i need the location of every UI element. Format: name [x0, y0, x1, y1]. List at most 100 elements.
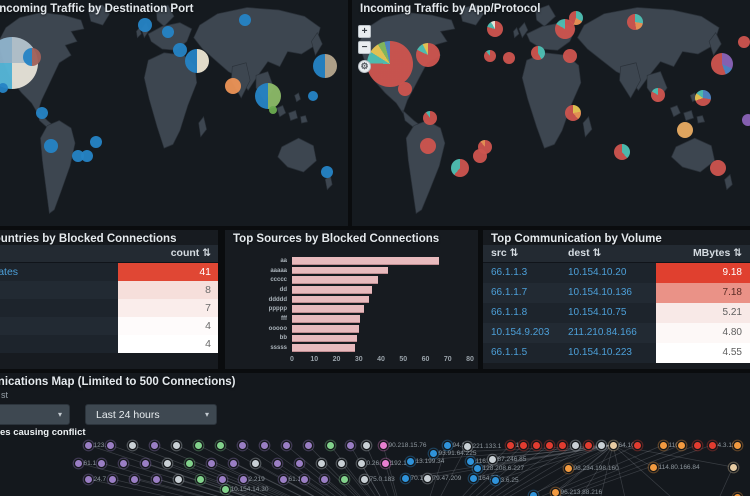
bar[interactable]	[292, 344, 355, 352]
count-cell[interactable]: 7	[118, 299, 218, 317]
map-pie-marker[interactable]	[44, 139, 58, 153]
map-pie-marker[interactable]	[531, 46, 545, 60]
table-row[interactable]: 66.1.1.810.154.10.755.21	[483, 303, 750, 323]
src-cell[interactable]: 10.154.9.203	[483, 323, 568, 343]
map-pie-marker[interactable]	[225, 78, 241, 94]
map-pie-marker[interactable]	[487, 21, 503, 37]
network-node[interactable]	[533, 442, 540, 449]
src-cell[interactable]: 66.1.1.5	[483, 343, 568, 363]
network-node[interactable]: 61.1	[75, 460, 82, 467]
network-node[interactable]	[572, 442, 579, 449]
network-node[interactable]	[186, 460, 193, 467]
bar[interactable]	[292, 325, 359, 333]
country-cell[interactable]	[0, 317, 118, 335]
network-node[interactable]	[598, 442, 605, 449]
map-pie-marker[interactable]	[255, 83, 281, 109]
bar[interactable]	[292, 267, 388, 275]
network-node[interactable]: 10.154.14.30	[222, 486, 229, 493]
network-node[interactable]: 114.80.166.84	[650, 464, 657, 471]
network-node[interactable]	[530, 492, 537, 496]
map-pie-marker[interactable]	[269, 106, 277, 114]
count-cell[interactable]: 4	[118, 335, 218, 353]
mbytes-cell[interactable]: 5.21	[656, 303, 750, 323]
network-node[interactable]	[208, 460, 215, 467]
network-node[interactable]: 128.208.6.227	[474, 465, 481, 472]
dest-column-header[interactable]: dest ⇅	[568, 245, 601, 262]
src-cell[interactable]: 66.1.1.8	[483, 303, 568, 323]
network-node[interactable]: 10.1	[507, 442, 514, 449]
network-node[interactable]	[585, 442, 592, 449]
network-node[interactable]: 3.6.25	[492, 477, 499, 484]
network-node[interactable]	[175, 476, 182, 483]
map-pie-marker[interactable]	[565, 105, 581, 121]
src-column-header[interactable]: src ⇅	[491, 245, 518, 262]
network-node[interactable]	[283, 442, 290, 449]
network-node[interactable]	[634, 442, 641, 449]
map-pie-marker[interactable]	[308, 91, 318, 101]
network-node[interactable]	[678, 442, 685, 449]
table-row[interactable]: 4	[0, 317, 218, 335]
network-node[interactable]: 4.3.13	[709, 442, 716, 449]
network-node[interactable]	[327, 442, 334, 449]
src-cell[interactable]: 66.1.1.7	[483, 283, 568, 303]
mbytes-cell[interactable]: 4.55	[656, 343, 750, 363]
network-node[interactable]	[230, 460, 237, 467]
network-node[interactable]	[730, 464, 737, 471]
network-node[interactable]	[129, 442, 136, 449]
network-node[interactable]	[217, 442, 224, 449]
network-node[interactable]	[296, 460, 303, 467]
dest-cell[interactable]: 10.154.10.223	[568, 343, 656, 363]
map-pie-marker[interactable]	[81, 150, 93, 162]
network-node[interactable]: 94.1	[444, 442, 451, 449]
dest-cell[interactable]: 211.210.84.166	[568, 323, 656, 343]
bar[interactable]	[292, 315, 360, 323]
map-pie-marker[interactable]	[627, 14, 643, 30]
network-node[interactable]	[219, 476, 226, 483]
map-pie-marker[interactable]	[313, 54, 337, 78]
network-node[interactable]: 192.1	[382, 460, 389, 467]
bar[interactable]	[292, 296, 369, 304]
map-pie-marker[interactable]	[423, 111, 437, 125]
map-pie-marker[interactable]	[416, 43, 440, 67]
network-node[interactable]	[142, 460, 149, 467]
table-row[interactable]: 4	[0, 335, 218, 353]
network-node[interactable]	[734, 442, 741, 449]
country-link[interactable]: United States	[0, 263, 118, 281]
network-node[interactable]	[341, 476, 348, 483]
zoom-in-button[interactable]: +	[358, 25, 371, 38]
count-column-header[interactable]: count ⇅	[171, 245, 211, 262]
network-node[interactable]: 110.	[660, 442, 667, 449]
network-node[interactable]: 75.0.183	[361, 476, 368, 483]
dest-cell[interactable]: 10.154.10.20	[568, 263, 656, 283]
network-node[interactable]: 123.	[85, 442, 92, 449]
network-node[interactable]: 116.66	[467, 458, 474, 465]
network-node[interactable]: 61.1	[280, 476, 287, 483]
network-node[interactable]: 2.219	[240, 476, 247, 483]
table-row[interactable]: 66.1.1.710.154.10.1367.18	[483, 283, 750, 303]
bar[interactable]	[292, 286, 372, 294]
network-node[interactable]	[694, 442, 701, 449]
network-node[interactable]	[338, 460, 345, 467]
network-node[interactable]: 221.133.1	[464, 443, 471, 450]
dest-cell[interactable]: 10.154.10.136	[568, 283, 656, 303]
network-node[interactable]	[153, 476, 160, 483]
map-pie-marker[interactable]	[185, 49, 209, 73]
count-cell[interactable]: 4	[118, 317, 218, 335]
network-node[interactable]	[520, 442, 527, 449]
network-node[interactable]	[98, 460, 105, 467]
table-row[interactable]: 10.154.9.203211.210.84.1664.80	[483, 323, 750, 343]
network-node[interactable]	[107, 442, 114, 449]
map-pie-marker[interactable]	[614, 144, 630, 160]
country-cell[interactable]	[0, 299, 118, 317]
network-node[interactable]	[347, 442, 354, 449]
map-pie-marker[interactable]	[503, 52, 515, 64]
network-node[interactable]	[131, 476, 138, 483]
count-cell[interactable]: 41	[118, 263, 218, 281]
table-row[interactable]: 8	[0, 281, 218, 299]
network-node[interactable]	[546, 442, 553, 449]
map-pie-marker[interactable]	[563, 49, 577, 63]
network-node[interactable]	[109, 476, 116, 483]
map-pie-marker[interactable]	[651, 88, 665, 102]
network-node[interactable]: 64.10.9	[610, 442, 617, 449]
map-pie-marker[interactable]	[420, 138, 436, 154]
